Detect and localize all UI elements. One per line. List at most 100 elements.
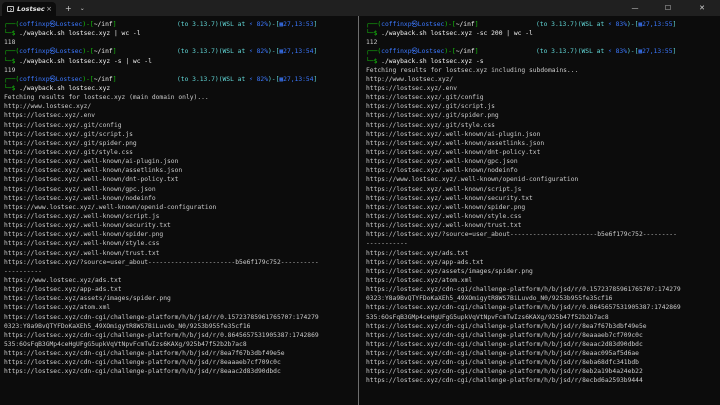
clock-status: ▦27,13:55: [638, 48, 673, 56]
output-line: https://lostsec.xyz/.well-known/gpc.json: [366, 158, 518, 166]
output-line: https://lostsec.xyz/atom.xml: [4, 304, 111, 312]
prompt-line: ┌──(coffinxp㉿Lostsec)-[~/inf] (to 3.13.7)…: [4, 47, 358, 56]
prompt-bracket: ]: [112, 75, 117, 83]
output-line: 119: [4, 66, 16, 74]
output-line: https://lostsec.xyz/.well-known/ai-plugi…: [366, 130, 541, 138]
terminal-pane-left[interactable]: ┌──(coffinxp㉿Lostsec)-[~/inf] (to 3.13.7)…: [0, 16, 359, 405]
output-line: https://lostsec.xyz/cdn-cgi/challenge-pl…: [4, 359, 281, 367]
output-line: https://lostsec.xyz/.git/config: [4, 121, 122, 129]
output-line: https://lostsec.xyz/.git/spider.png: [366, 112, 499, 120]
prompt-directory: ~/inf: [455, 21, 475, 28]
output-line: https://lostsec.xyz/cdn-cgi/challenge-pl…: [366, 377, 643, 385]
prompt-dollar: └─$: [4, 57, 16, 65]
new-tab-button[interactable]: +: [65, 4, 72, 13]
output-line: https://lostsec.xyz/.well-known/script.j…: [4, 212, 160, 220]
prompt-user-dir: ┌──(coffinxp㉿Lostsec)-[~/inf]: [4, 76, 116, 83]
output-line: https://lostsec.xyz/cdn-cgi/challenge-pl…: [366, 368, 643, 376]
prompt-user-host: coffinxp㉿Lostsec: [381, 48, 445, 56]
output-line: 112: [366, 39, 378, 47]
output-line: https://lostsec.xyz/.well-known/ai-plugi…: [4, 158, 179, 166]
output-line: https://lostsec.xyz/.well-known/script.j…: [366, 185, 522, 193]
prompt-corner: ┌──(: [4, 48, 20, 56]
output-line: https://lostsec.xyz/cdn-cgi/challenge-pl…: [4, 313, 319, 321]
output-line: https://lostsec.xyz/.well-known/nodeinfo: [4, 194, 156, 202]
output-line: https://lostsec.xyz/assets/images/spider…: [4, 295, 171, 303]
output-line: https://lostsec.xyz/.git/style.css: [366, 121, 495, 129]
env-bracket: ]: [313, 21, 318, 28]
command-text: ./wayback.sh lostsec.xyz -s: [381, 57, 484, 65]
prompt-line: ┌──(coffinxp㉿Lostsec)-[~/inf] (to 3.13.7)…: [4, 20, 358, 29]
prompt-environment: (to 3.13.7)(WSL at ⚡ 83%)-[▦27,13:55]: [536, 47, 676, 56]
output-line: https://lostsec.xyz/cdn-cgi/challenge-pl…: [4, 331, 319, 339]
output-line: https://lostsec.xyz/atom.xml: [366, 276, 473, 284]
output-line: https://lostsec.xyz/.well-known/gpc.json: [4, 185, 156, 193]
prompt-line: ┌──(coffinxp㉿Lostsec)-[~/inf] (to 3.13.7)…: [366, 20, 720, 29]
output-line: https://lostsec.xyz/cdn-cgi/challenge-pl…: [366, 304, 681, 312]
output-line: https://lostsec.xyz/cdn-cgi/challenge-pl…: [366, 340, 643, 348]
tab-lostsec[interactable]: Lostsec ×: [2, 2, 56, 16]
output-line: https://lostsec.xyz/.well-known/spider.p…: [4, 231, 164, 239]
output-line: https://lostsec.xyz/assets/images/spider…: [366, 267, 533, 275]
prompt-corner: ┌──(: [4, 21, 20, 28]
output-line: https://www.lostsec.xyz/.well-known/open…: [366, 176, 579, 184]
terminal-output: ┌──(coffinxp㉿Lostsec)-[~/inf] (to 3.13.7)…: [362, 16, 720, 386]
env-version: (to 3.13.7)(WSL at: [177, 21, 250, 28]
prompt-line: ┌──(coffinxp㉿Lostsec)-[~/inf] (to 3.13.7)…: [366, 47, 720, 56]
prompt-separator: )-[: [82, 48, 94, 56]
terminal-pane-right[interactable]: ┌──(coffinxp㉿Lostsec)-[~/inf] (to 3.13.7)…: [362, 16, 720, 405]
output-line: https://lostsec.xyz/cdn-cgi/challenge-pl…: [4, 368, 281, 376]
prompt-directory: ~/inf: [93, 75, 113, 83]
output-line: https://lostsec.xyz/cdn-cgi/challenge-pl…: [366, 350, 639, 358]
dropdown-chevron-icon[interactable]: ⌄: [80, 5, 85, 12]
output-line: 535:6OsFqB3GMp4ceHgUFgG5upkVqVtNpvFcmTwI…: [366, 313, 609, 321]
prompt-separator: )-[: [444, 21, 456, 28]
output-line: https://lostsec.xyz/.env: [4, 112, 95, 120]
prompt-user-host: coffinxp㉿Lostsec: [381, 21, 445, 28]
output-line: http://www.lostsec.xyz/: [4, 103, 92, 111]
output-line: https://lostsec.xyz/.well-known/assetlin…: [4, 167, 183, 175]
env-bracket: ]: [313, 48, 318, 56]
battery-status: ⚡ 83%: [608, 48, 627, 56]
env-bracket: ]: [672, 48, 677, 56]
output-line: https://lostsec.xyz/cdn-cgi/challenge-pl…: [4, 350, 285, 358]
command-line: └─$ ./wayback.sh lostsec.xyz: [4, 84, 358, 93]
output-line: https://lostsec.xyz/.well-known/dnt-poli…: [366, 148, 541, 156]
output-line: https://lostsec.xyz/?source=user_about--…: [4, 258, 319, 266]
output-line: 0323:Y8a9BvQTYFDoKaXEh5_49XOmigytR8WS7Bi…: [4, 322, 251, 330]
minimize-button[interactable]: —: [623, 0, 647, 16]
prompt-corner: ┌──(: [366, 48, 382, 56]
command-text: ./wayback.sh lostsec.xyz -sc 200 | wc -l: [381, 30, 533, 38]
output-line: https://lostsec.xyz/?source=user_about--…: [366, 231, 677, 239]
output-line: Fetching results for lostsec.xyz (main d…: [4, 94, 209, 102]
output-line: https://lostsec.xyz/.well-known/nodeinfo: [366, 167, 518, 175]
output-line: https://lostsec.xyz/.git/spider.png: [4, 139, 137, 147]
output-line: https://lostsec.xyz/.git/config: [366, 94, 484, 102]
output-line: 118: [4, 39, 16, 47]
prompt-directory: ~/inf: [93, 48, 113, 56]
tab-title: Lostsec: [17, 5, 45, 13]
output-line: 0323:Y8a9BvQTYFDoKaXEh5_49XOmigytR8WS7Bi…: [366, 295, 613, 303]
prompt-user-dir: ┌──(coffinxp㉿Lostsec)-[~/inf]: [366, 21, 478, 28]
prompt-corner: ┌──(: [366, 21, 382, 28]
prompt-directory: ~/inf: [455, 48, 475, 56]
output-line: https://lostsec.xyz/.well-known/dnt-poli…: [4, 176, 179, 184]
maximize-button[interactable]: ☐: [656, 0, 680, 16]
env-separator: )-[: [268, 21, 280, 28]
output-line: https://lostsec.xyz/.env: [366, 84, 457, 92]
env-bracket: ]: [313, 75, 318, 83]
output-line: https://lostsec.xyz/.well-known/security…: [4, 222, 171, 230]
command-line: └─$ ./wayback.sh lostsec.xyz -sc 200 | w…: [366, 29, 720, 38]
command-line: └─$ ./wayback.sh lostsec.xyz -s: [366, 57, 720, 66]
output-line: https://lostsec.xyz/.well-known/spider.p…: [366, 203, 526, 211]
terminal-icon: [7, 6, 14, 12]
clock-status: ▦27,13:54: [279, 48, 314, 56]
window-close-button[interactable]: ✕: [690, 0, 714, 16]
prompt-dollar: └─$: [366, 57, 378, 65]
prompt-directory: ~/inf: [93, 21, 113, 28]
command-text: ./wayback.sh lostsec.xyz: [19, 84, 111, 92]
prompt-environment: (to 3.13.7)(WSL at ⚡ 82%)-[▦27,13:54]: [177, 75, 317, 84]
output-line: -----------: [366, 240, 408, 248]
output-line: https://www.lostsec.xyz/ads.txt: [4, 276, 122, 284]
prompt-bracket: ]: [474, 48, 479, 56]
tab-close-icon[interactable]: ×: [46, 5, 52, 13]
